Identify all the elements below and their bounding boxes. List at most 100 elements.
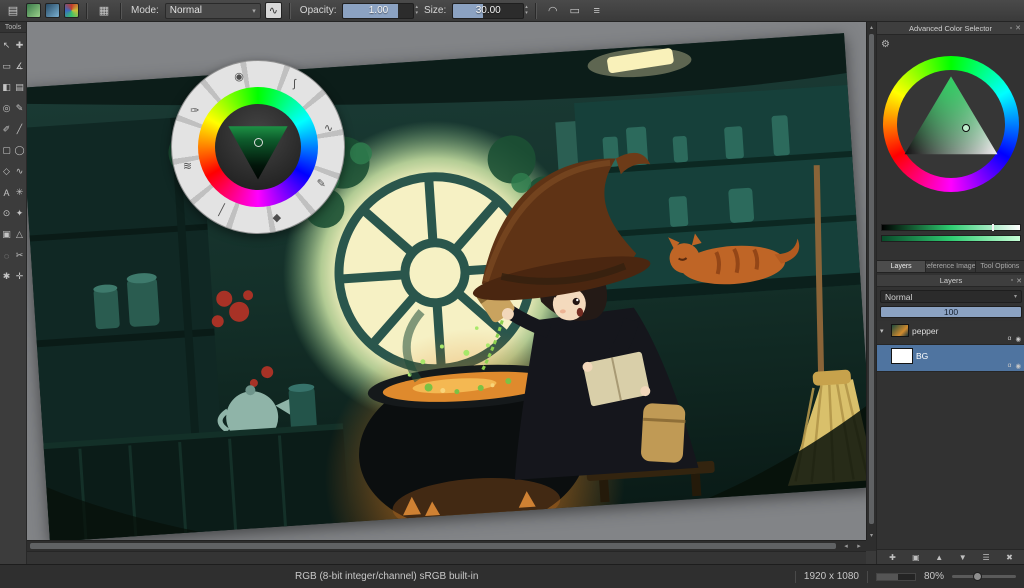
zoom-slider[interactable] <box>952 575 1016 578</box>
close-docker-icon[interactable]: ✕ <box>1015 24 1021 32</box>
add-layer-button[interactable]: ✚ <box>884 553 900 562</box>
docker-tab[interactable]: Tool Options <box>976 261 1024 272</box>
similar-select-tool[interactable]: ✱ <box>0 266 13 287</box>
brush-preset-thumbnail[interactable]: ∿ <box>324 122 333 135</box>
line-tool[interactable]: ╱ <box>13 119 26 140</box>
gradient-tool[interactable]: ▤ <box>13 77 26 98</box>
horizontal-scrollbar[interactable]: ◂ ▸ <box>27 540 866 551</box>
transform-tool[interactable]: ↖ <box>0 35 13 56</box>
layer-row-pepper[interactable]: ▾ pepper α ◉ <box>877 321 1024 345</box>
layer-row-bg[interactable]: BG α ◉ <box>877 345 1024 372</box>
crop-tool[interactable]: ▭ <box>0 56 13 77</box>
visibility-eye-icon[interactable]: ◉ <box>1015 335 1021 343</box>
brush-preset-thumbnail[interactable]: ◆ <box>273 211 281 224</box>
delete-layer-button[interactable]: ✖ <box>1002 553 1018 562</box>
group-expander-icon[interactable]: ▾ <box>880 327 888 335</box>
freehand-select-tool[interactable]: ✂ <box>13 245 26 266</box>
saturation-gradient-strip[interactable] <box>881 235 1021 242</box>
value-gradient-strip[interactable] <box>881 224 1021 231</box>
size-value: 30.00 <box>476 5 501 16</box>
scroll-left-icon[interactable]: ◂ <box>840 541 852 551</box>
grid-toggle-icon[interactable]: ▦ <box>95 2 113 20</box>
color-selector-settings-icon[interactable]: ⚙ <box>881 39 890 50</box>
text-tool[interactable]: A <box>0 182 13 203</box>
polygon-tool[interactable]: ◇ <box>0 161 13 182</box>
brush-preset-thumbnail[interactable]: ✑ <box>190 104 199 117</box>
color-triangle-area[interactable] <box>215 104 301 190</box>
fill-tool[interactable]: ◧ <box>0 77 13 98</box>
brush-preset-thumbnail[interactable]: ∫ <box>293 78 296 90</box>
close-docker-icon[interactable]: ✕ <box>1016 277 1022 285</box>
move-layer-down-button[interactable]: ▼ <box>955 553 971 562</box>
size-spin-arrows[interactable]: ▴ ▾ <box>525 5 528 16</box>
color-wheel[interactable] <box>883 56 1019 192</box>
app-menu-icon[interactable]: ▤ <box>4 2 22 20</box>
polyline-tool[interactable]: ∿ <box>13 161 26 182</box>
multibrush-tool[interactable]: ✳ <box>13 182 26 203</box>
more-options-icon[interactable]: ≡ <box>588 2 606 20</box>
spin-down-icon[interactable]: ▾ <box>415 11 418 16</box>
vertical-scrollbar[interactable]: ▴ ▾ <box>866 22 876 540</box>
ellipse-select-tool[interactable]: ◌ <box>0 245 13 266</box>
color-chooser-button[interactable] <box>64 3 79 18</box>
brush-preset-thumbnail[interactable]: ╱ <box>218 204 225 217</box>
scroll-right-icon[interactable]: ▸ <box>853 541 865 551</box>
brush-preset-thumbnail[interactable]: ◉ <box>234 70 244 83</box>
color-picker-tool[interactable]: ◎ <box>0 98 13 119</box>
toolbar-separator <box>535 3 537 19</box>
float-docker-icon[interactable]: ▫ <box>1010 25 1012 32</box>
gradient-chooser-button[interactable] <box>26 3 41 18</box>
poly-select-tool[interactable]: △ <box>13 224 26 245</box>
sv-triangle[interactable] <box>897 70 1005 178</box>
float-docker-icon[interactable]: ▫ <box>1011 277 1013 284</box>
curve-option-icon[interactable]: ◠ <box>544 2 562 20</box>
alpha-lock-icon[interactable]: α <box>1008 335 1012 343</box>
move-layer-up-button[interactable]: ▲ <box>931 553 947 562</box>
opacity-slider[interactable]: 1.00 <box>342 3 414 19</box>
scroll-down-icon[interactable]: ▾ <box>867 530 876 540</box>
blending-option-icon[interactable]: ▭ <box>566 2 584 20</box>
ellipse-tool[interactable]: ◯ <box>13 140 26 161</box>
sv-triangle[interactable] <box>221 110 295 184</box>
opacity-label: Opacity: <box>300 5 337 16</box>
layer-thumbnail <box>891 324 909 337</box>
freehand-brush-tool[interactable]: ✐ <box>0 119 13 140</box>
witch-painting <box>27 33 866 540</box>
horizontal-scrollbar-thumb[interactable] <box>30 543 836 549</box>
assistants-tool[interactable]: ✦ <box>13 203 26 224</box>
blend-mode-combo[interactable]: Normal ▾ <box>165 3 261 19</box>
docker-tab[interactable]: Reference Images <box>926 261 975 272</box>
color-selector-title: Advanced Color Selector <box>909 24 992 33</box>
docker-tab[interactable]: Layers <box>877 261 926 272</box>
rectangle-tool[interactable]: ▢ <box>0 140 13 161</box>
canvas-document[interactable] <box>27 33 866 540</box>
zoom-slider-handle[interactable] <box>973 572 982 581</box>
alpha-lock-icon[interactable]: α <box>1008 362 1012 370</box>
duplicate-layer-button[interactable]: ▣ <box>908 553 924 562</box>
opacity-spin-arrows[interactable]: ▴ ▾ <box>415 5 418 16</box>
pattern-chooser-button[interactable] <box>45 3 60 18</box>
measure-tool[interactable]: ∡ <box>13 56 26 77</box>
scroll-up-icon[interactable]: ▴ <box>867 22 876 32</box>
layer-opacity-slider[interactable]: 100 <box>880 306 1022 318</box>
popup-palette[interactable]: ∿ ✎ ◆ ╱ ≋ ✑ ◉ ∫ <box>171 60 345 234</box>
brush-preset-thumbnail[interactable]: ≋ <box>183 159 192 172</box>
canvas-viewport[interactable]: ∿ ✎ ◆ ╱ ≋ ✑ ◉ ∫ <box>27 22 866 540</box>
brush-preset-thumbnail[interactable]: ✎ <box>317 177 326 190</box>
move-tool[interactable]: ✚ <box>13 35 26 56</box>
pen-tool[interactable]: ✎ <box>13 98 26 119</box>
spin-down-icon[interactable]: ▾ <box>525 11 528 16</box>
size-label: Size: <box>424 5 446 16</box>
color-selector-docker-header[interactable]: Advanced Color Selector ▫ ✕ <box>877 22 1024 35</box>
toolbox-title: Tools <box>0 22 26 33</box>
vertical-scrollbar-thumb[interactable] <box>869 34 874 524</box>
brush-preset-button[interactable]: ∿ <box>265 2 282 19</box>
size-slider[interactable]: 30.00 <box>452 3 524 19</box>
zoom-tool[interactable]: ⊙ <box>0 203 13 224</box>
pan-tool[interactable]: ✛ <box>13 266 26 287</box>
rect-select-tool[interactable]: ▣ <box>0 224 13 245</box>
layer-properties-button[interactable]: ☰ <box>978 553 994 562</box>
visibility-eye-icon[interactable]: ◉ <box>1015 362 1021 370</box>
layers-docker-header[interactable]: Layers ▫ ✕ <box>877 275 1024 287</box>
layer-blend-mode-combo[interactable]: Normal ▾ <box>880 290 1022 303</box>
